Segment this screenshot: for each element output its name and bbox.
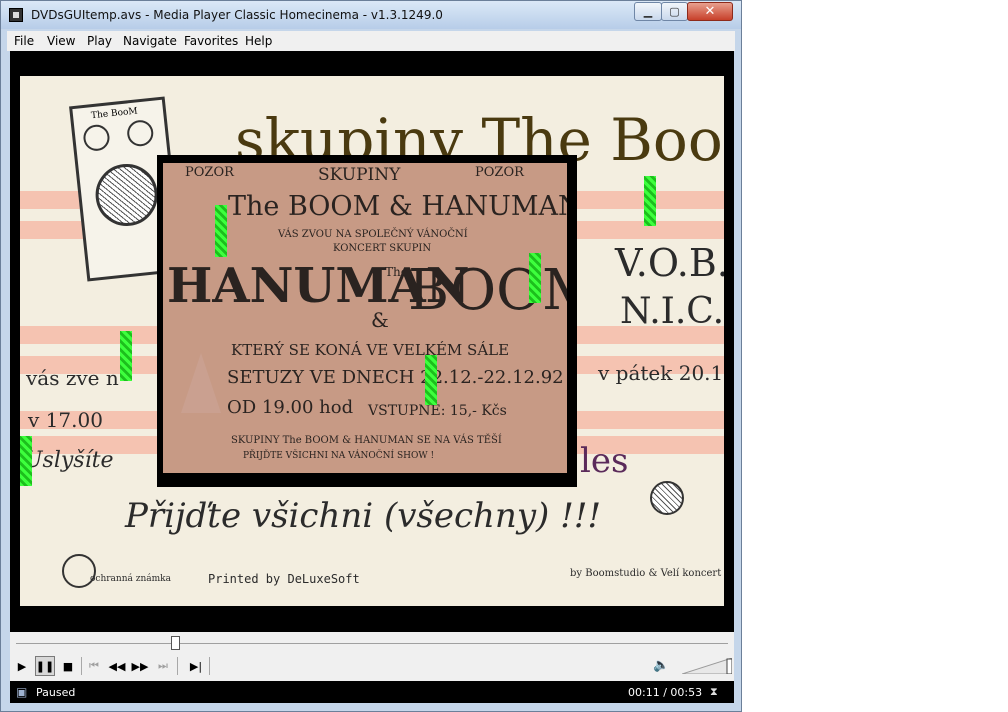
microphone-drawing <box>650 481 684 515</box>
flyer-pozor-left: POZOR <box>185 165 234 180</box>
seek-bar[interactable] <box>10 632 734 654</box>
control-bar: ▶ ❚❚ ■ ⏮ ◀◀ ▶▶ ⏭ ▶| 🔈 <box>10 654 734 681</box>
boom-box-label: The BooM <box>90 106 139 122</box>
poster-footer-mid: Printed by DeLuxeSoft <box>208 572 360 586</box>
fullscreen-icon[interactable]: ⧗ <box>710 685 718 699</box>
app-icon[interactable] <box>9 8 23 22</box>
flyer-footer2: PŘIJĎTE VŠICHNI NA VÁNOČNÍ SHOW ! <box>243 451 435 461</box>
menu-help[interactable]: Help <box>245 34 272 48</box>
volume-icon[interactable]: 🔈 <box>653 658 669 674</box>
status-bar: ▣ Paused 00:11 / 00:53 ⧗ <box>10 681 734 703</box>
menu-bar: File View Play Navigate Favorites Help <box>7 31 735 51</box>
poster-left2: v 17.00 <box>28 408 103 432</box>
flyer-footer1: SKUPINY The BOOM & HANUMAN SE NA VÁS TĚŠ… <box>231 435 502 446</box>
maximize-button[interactable]: ▢ <box>661 2 688 21</box>
flyer-invite2: KONCERT SKUPIN <box>333 243 432 254</box>
frame-step-button[interactable]: ▶| <box>186 656 206 676</box>
flyer-band-line: The BOOM & HANUMAN <box>228 191 567 222</box>
flyer-invite1: VÁS ZVOU NA SPOLEČNÝ VÁNOČNÍ <box>278 229 468 240</box>
tank-drawing <box>62 554 96 588</box>
tree-drawing <box>181 353 221 413</box>
poster-left1: vás zve n <box>26 366 119 390</box>
flyer-amp: & <box>371 308 389 332</box>
status-icon: ▣ <box>16 685 28 699</box>
volume-slider[interactable] <box>682 658 732 674</box>
poster-side1: V.O.B. <box>615 241 724 285</box>
frame-step-icon: ▶| <box>189 659 203 673</box>
play-icon: ▶ <box>17 659 27 673</box>
play-button[interactable]: ▶ <box>12 656 32 676</box>
status-text: Paused <box>36 686 76 699</box>
fast-forward-icon: ▶▶ <box>131 659 149 673</box>
rewind-button[interactable]: ◀◀ <box>107 656 127 676</box>
stop-icon: ■ <box>62 659 74 673</box>
flyer-big-right: BOOM <box>408 258 567 323</box>
minimize-button[interactable]: ▁ <box>634 2 662 21</box>
close-button[interactable]: ✕ <box>687 2 733 21</box>
flyer-overlay: POZOR SKUPINY POZOR The BOOM & HANUMAN V… <box>157 155 577 487</box>
pause-button[interactable]: ❚❚ <box>35 656 55 676</box>
skip-forward-icon: ⏭ <box>158 659 168 672</box>
menu-favorites[interactable]: Favorites <box>184 34 238 48</box>
minimize-icon: ▁ <box>643 5 653 18</box>
menu-play[interactable]: Play <box>87 34 112 48</box>
skip-back-button[interactable]: ⏮ <box>84 656 104 676</box>
video-area[interactable]: The BooM skupiny The BooM V.O.B. N.I.C. … <box>10 51 734 632</box>
skip-back-icon: ⏮ <box>89 659 99 672</box>
poster-footer-left: ochranná známka <box>90 574 171 584</box>
seek-track[interactable] <box>16 643 728 644</box>
poster-left3: Uslyšíte <box>24 448 114 473</box>
poster-side2: N.I.C. <box>620 291 724 332</box>
pause-icon: ❚❚ <box>35 659 55 673</box>
flyer-skupiny: SKUPINY <box>318 165 401 185</box>
poster-right2: les <box>580 441 629 481</box>
flyer-pozor-right: POZOR <box>475 165 524 180</box>
time-display: 00:11 / 00:53 <box>628 686 703 699</box>
flyer-time: OD 19.00 hod <box>227 397 354 418</box>
maximize-icon: ▢ <box>669 5 680 18</box>
poster-bottom: Přijďte všichni (všechny) !!! <box>125 496 602 536</box>
poster-right1: v pátek 20.12 <box>598 361 724 385</box>
skip-forward-button[interactable]: ⏭ <box>153 656 173 676</box>
flyer-venue: KTERÝ SE KONÁ VE VELKÉM SÁLE <box>231 341 510 359</box>
flyer-entry: VSTUPNÉ: 15,- Kčs <box>368 403 507 419</box>
flyer-dates: SETUZY VE DNECH 22.12.-22.12.92 <box>227 367 564 388</box>
flyer-the-small: The <box>385 265 408 279</box>
volume-thumb[interactable] <box>726 658 732 674</box>
poster-footer-right: by Boomstudio & Velí koncert <box>570 568 722 579</box>
close-icon: ✕ <box>704 4 716 19</box>
menu-file[interactable]: File <box>14 34 34 48</box>
menu-view[interactable]: View <box>47 34 75 48</box>
menu-navigate[interactable]: Navigate <box>123 34 177 48</box>
rewind-icon: ◀◀ <box>108 659 126 673</box>
app-window: DVDsGUItemp.avs - Media Player Classic H… <box>0 0 742 712</box>
seek-thumb[interactable] <box>170 636 180 650</box>
title-bar[interactable]: DVDsGUItemp.avs - Media Player Classic H… <box>1 1 741 29</box>
fast-forward-button[interactable]: ▶▶ <box>130 656 150 676</box>
window-title: DVDsGUItemp.avs - Media Player Classic H… <box>31 8 443 22</box>
volume-track-shape <box>682 658 732 674</box>
stop-button[interactable]: ■ <box>58 656 78 676</box>
